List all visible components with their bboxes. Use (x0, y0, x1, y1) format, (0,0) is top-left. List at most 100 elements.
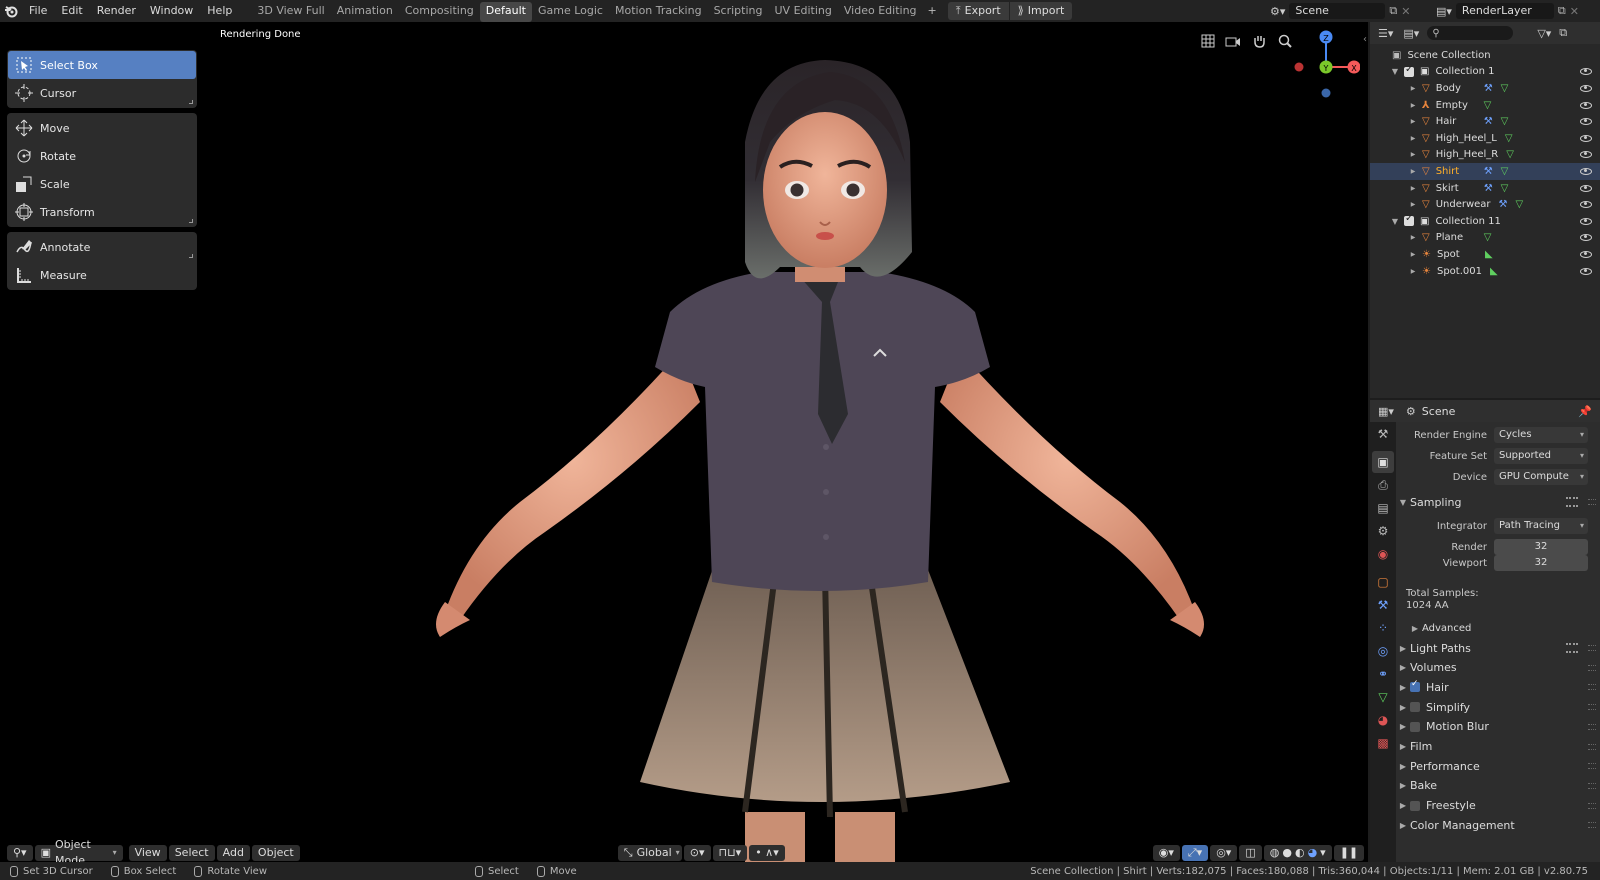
panel-enable-checkbox[interactable] (1410, 679, 1420, 693)
outliner-search-input[interactable]: ⚲ (1427, 26, 1514, 40)
menu-edit[interactable]: Edit (54, 0, 89, 22)
new-scene-icon[interactable]: ⧉ (1389, 4, 1397, 18)
delete-layer-icon[interactable]: ✕ (1570, 5, 1579, 18)
eye-icon[interactable] (1580, 134, 1592, 142)
outliner-editor-type-icon[interactable]: ☰▾ (1378, 27, 1393, 40)
panel-header-simplify[interactable]: ▶ Simplify (1396, 697, 1600, 717)
viewport-menu-add[interactable]: Add (216, 845, 250, 861)
tab-uv-editing[interactable]: UV Editing (769, 0, 838, 22)
light-data-icon[interactable]: ◣ (1490, 266, 1498, 277)
shading-options-icon[interactable]: ▾ (1320, 845, 1326, 861)
tab-motion-tracking[interactable]: Motion Tracking (609, 0, 708, 22)
material-shading-icon[interactable]: ◐ (1295, 845, 1305, 861)
viewport-menu-view[interactable]: View (128, 845, 167, 861)
drag-handle-icon[interactable] (1588, 763, 1596, 770)
presets-icon[interactable] (1566, 497, 1578, 507)
mesh-data-icon[interactable]: ▽ (1501, 116, 1509, 127)
scene-name-field[interactable]: Scene (1289, 3, 1386, 19)
mesh-data-icon[interactable]: ▽ (1484, 232, 1492, 243)
expand-arrow-icon[interactable]: ▶ (1408, 185, 1418, 192)
tab-animation[interactable]: Animation (331, 0, 399, 22)
drag-handle-icon[interactable] (1588, 802, 1596, 809)
tool-select-box[interactable]: Select Box (8, 51, 196, 79)
eye-icon[interactable] (1580, 267, 1592, 275)
advanced-subpanel-header[interactable]: ▶ Advanced (1396, 618, 1600, 638)
world-properties-tab[interactable]: ◉ (1372, 543, 1394, 565)
eye-icon[interactable] (1580, 217, 1592, 225)
menu-help[interactable]: Help (200, 0, 239, 22)
drag-handle-icon[interactable] (1588, 743, 1596, 750)
tool-cursor[interactable]: Cursor (8, 79, 196, 107)
panel-header-hair[interactable]: ▶ Hair (1396, 677, 1600, 697)
expand-arrow-icon[interactable]: ▶ (1408, 135, 1418, 142)
wrench-modifier-icon[interactable]: ⚒ (1484, 83, 1493, 94)
expand-arrow-icon[interactable]: ▼ (1390, 217, 1400, 226)
expand-arrow-icon[interactable]: ▶ (1408, 268, 1418, 275)
overlay-toggle-button[interactable]: ◎▾ (1210, 845, 1238, 861)
eye-icon[interactable] (1580, 184, 1592, 192)
presets-icon[interactable] (1566, 643, 1578, 653)
render-engine-dropdown[interactable]: Cycles ▾ (1494, 427, 1588, 443)
tab-video-editing[interactable]: Video Editing (838, 0, 923, 22)
panel-header-color-management[interactable]: ▶ Color Management (1396, 815, 1600, 835)
view-layer-properties-tab[interactable]: ▤ (1372, 497, 1394, 519)
import-button[interactable]: ⟫ Import (1008, 2, 1073, 20)
collapse-sidebar-icon[interactable]: ‹ (1363, 34, 1367, 45)
eye-icon[interactable] (1580, 250, 1592, 258)
panel-enable-checkbox[interactable] (1410, 702, 1420, 713)
outliner-item-plane[interactable]: ▶ ▽ Plane ▽ (1370, 230, 1600, 247)
mesh-data-icon[interactable]: ▽ (1506, 149, 1514, 160)
new-layer-icon[interactable]: ⧉ (1558, 4, 1566, 18)
collection-row[interactable]: ▼ ▣ Collection 1 (1370, 64, 1600, 81)
panel-header-performance[interactable]: ▶ Performance (1396, 756, 1600, 776)
display-mode-icon[interactable]: ▤▾ (1403, 27, 1419, 40)
particle-properties-tab[interactable]: ⁘ (1372, 617, 1394, 639)
editor-type-button[interactable]: ⚲▾ (7, 845, 33, 861)
tool-scale[interactable]: Scale (8, 170, 196, 198)
eye-icon[interactable] (1580, 84, 1592, 92)
panel-header-volumes[interactable]: ▶ Volumes (1396, 658, 1600, 678)
properties-editor-type-icon[interactable]: ▦▾ (1378, 405, 1394, 418)
pause-render-button[interactable]: ❚❚ (1333, 845, 1365, 861)
panel-header-film[interactable]: ▶ Film (1396, 737, 1600, 757)
new-collection-icon[interactable]: ⧉ (1559, 26, 1567, 40)
panel-header-bake[interactable]: ▶ Bake (1396, 776, 1600, 796)
tool-move[interactable]: Move (8, 114, 196, 142)
eye-icon[interactable] (1580, 201, 1592, 209)
outliner-item-spot[interactable]: ▶ ☀ Spot ◣ (1370, 246, 1600, 263)
mesh-data-icon[interactable]: ▽ (1484, 100, 1492, 111)
eye-icon[interactable] (1580, 68, 1592, 76)
outliner-item-spot-001[interactable]: ▶ ☀ Spot.001 ◣ (1370, 263, 1600, 280)
grid-toggle-icon[interactable] (1197, 30, 1219, 52)
collection-checkbox[interactable] (1404, 213, 1414, 227)
expand-arrow-icon[interactable]: ▼ (1390, 67, 1400, 76)
expand-arrow-icon[interactable]: ▶ (1408, 85, 1418, 92)
menu-file[interactable]: File (22, 0, 54, 22)
scene-properties-tab[interactable]: ⚙ (1372, 520, 1394, 542)
mesh-data-icon[interactable]: ▽ (1501, 183, 1509, 194)
panel-header-light-paths[interactable]: ▶ Light Paths (1396, 638, 1600, 658)
expand-arrow-icon[interactable]: ▶ (1408, 234, 1418, 241)
tab-default[interactable]: Default (479, 2, 532, 22)
solid-shading-icon[interactable]: ● (1282, 845, 1292, 861)
outliner-item-high-heel-r[interactable]: ▶ ▽ High_Heel_R ▽ (1370, 147, 1600, 164)
light-data-icon[interactable]: ◣ (1485, 249, 1493, 260)
drag-handle-icon[interactable] (1588, 499, 1596, 505)
sampling-panel-header[interactable]: ▼ Sampling (1396, 492, 1600, 512)
expand-arrow-icon[interactable]: ▶ (1408, 102, 1418, 109)
modifier-properties-tab[interactable]: ⚒ (1372, 594, 1394, 616)
eye-icon[interactable] (1580, 101, 1592, 109)
viewport-menu-select[interactable]: Select (168, 845, 215, 861)
outliner-item-high-heel-l[interactable]: ▶ ▽ High_Heel_L ▽ (1370, 130, 1600, 147)
tool-annotate[interactable]: Annotate (8, 233, 196, 261)
gizmo-toggle-button[interactable]: ⤢▾ (1181, 845, 1209, 861)
outliner-item-skirt[interactable]: ▶ ▽ Skirt ⚒ ▽ (1370, 180, 1600, 197)
rendered-shading-icon[interactable]: ◕ (1308, 845, 1318, 861)
expand-arrow-icon[interactable]: ▶ (1408, 151, 1418, 158)
drag-handle-icon[interactable] (1588, 645, 1596, 651)
tool-transform[interactable]: Transform (8, 198, 196, 226)
expand-arrow-icon[interactable]: ▶ (1408, 251, 1418, 258)
eye-icon[interactable] (1580, 234, 1592, 242)
drag-handle-icon[interactable] (1588, 723, 1596, 730)
filter-icon[interactable]: ▽▾ (1537, 27, 1551, 40)
